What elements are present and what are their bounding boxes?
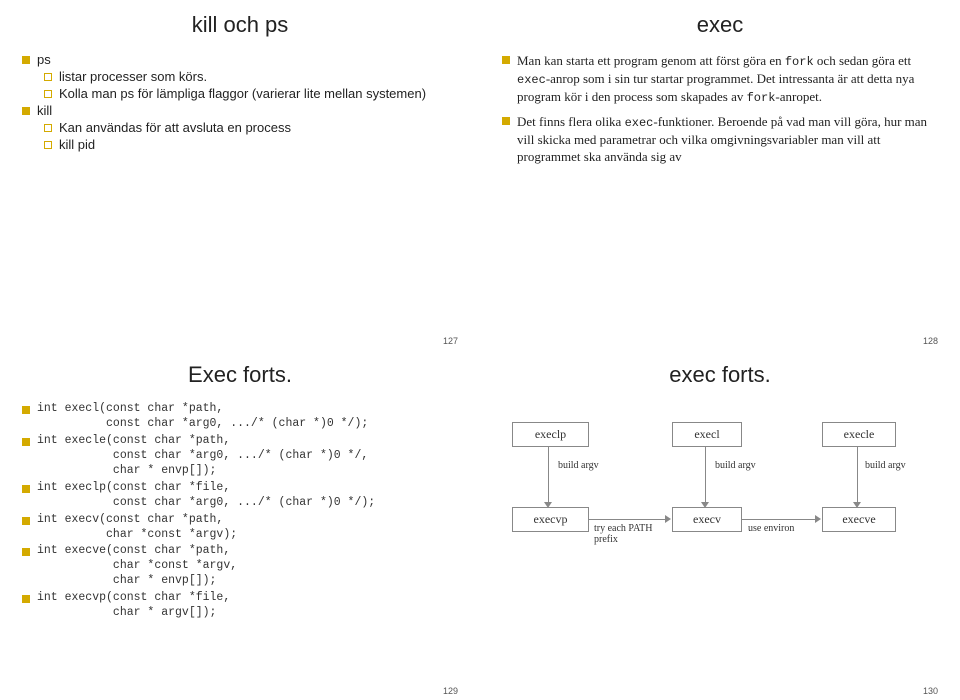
- bullet-icon: [44, 141, 52, 149]
- bullet-exec-p1: Man kan starta ett program genom att för…: [502, 52, 938, 107]
- bullet-kill: kill: [22, 103, 458, 118]
- slide-exec-forts-code: Exec forts. int execl(const char *path, …: [0, 350, 480, 700]
- bullet-icon: [502, 117, 510, 125]
- slide-exec: exec Man kan starta ett program genom at…: [480, 0, 960, 350]
- bullet-text: listar processer som körs.: [59, 69, 207, 84]
- arrow-right-icon: [665, 515, 671, 523]
- bullet-text: kill: [37, 103, 52, 118]
- code-text: int execle(const char *path, const char …: [37, 434, 368, 479]
- bullet-icon: [502, 56, 510, 64]
- sig-execl: int execl(const char *path, const char *…: [22, 402, 458, 432]
- slide-title: Exec forts.: [22, 362, 458, 388]
- bullet-icon: [44, 73, 52, 81]
- sig-execv: int execv(const char *path, char *const …: [22, 513, 458, 543]
- bullet-kill-pid: kill pid: [44, 137, 458, 152]
- label-build-argv: build argv: [865, 460, 906, 471]
- bullet-text: Kan användas för att avsluta en process: [59, 120, 291, 135]
- bullet-icon: [22, 485, 30, 493]
- bullet-exec-p2: Det finns flera olika exec-funktioner. B…: [502, 113, 938, 166]
- box-execlp: execlp: [512, 422, 589, 447]
- bullet-ps-desc2: Kolla man ps för lämpliga flaggor (varie…: [44, 86, 458, 101]
- bullet-icon: [22, 107, 30, 115]
- arrow-line: [548, 446, 549, 504]
- box-execv: execv: [672, 507, 742, 532]
- page-number: 130: [923, 686, 938, 696]
- label-build-argv: build argv: [715, 460, 756, 471]
- bullet-icon: [44, 90, 52, 98]
- bullet-ps-desc1: listar processer som körs.: [44, 69, 458, 84]
- bullet-text: ps: [37, 52, 51, 67]
- bullet-icon: [22, 517, 30, 525]
- bullet-ps: ps: [22, 52, 458, 67]
- exec-diagram: execlp execl execle execvp execv execve …: [512, 422, 922, 572]
- bullet-icon: [22, 438, 30, 446]
- page-number: 128: [923, 336, 938, 346]
- code-text: int execvp(const char *file, char * argv…: [37, 591, 230, 621]
- code-text: int execve(const char *path, char *const…: [37, 544, 237, 589]
- bullet-icon: [22, 595, 30, 603]
- box-execle: execle: [822, 422, 896, 447]
- bullet-text: Man kan starta ett program genom att för…: [517, 52, 938, 107]
- slide-kill-ps: kill och ps ps listar processer som körs…: [0, 0, 480, 350]
- slide-title: exec forts.: [502, 362, 938, 388]
- arrow-line: [742, 519, 817, 520]
- code-text: int execl(const char *path, const char *…: [37, 402, 368, 432]
- arrow-down-icon: [544, 502, 552, 508]
- bullet-text: kill pid: [59, 137, 95, 152]
- sig-execve: int execve(const char *path, char *const…: [22, 544, 458, 589]
- arrow-down-icon: [853, 502, 861, 508]
- code-text: int execlp(const char *file, const char …: [37, 481, 375, 511]
- slide-exec-forts-diagram: exec forts. execlp execl execle execvp e…: [480, 350, 960, 700]
- arrow-line: [857, 446, 858, 504]
- slide-title: exec: [502, 12, 938, 38]
- bullet-text: Det finns flera olika exec-funktioner. B…: [517, 113, 938, 166]
- bullet-icon: [22, 56, 30, 64]
- box-execl: execl: [672, 422, 742, 447]
- label-try-path: try each PATH prefix: [594, 523, 653, 545]
- bullet-kill-desc1: Kan användas för att avsluta en process: [44, 120, 458, 135]
- code-text: int execv(const char *path, char *const …: [37, 513, 237, 543]
- sig-execlp: int execlp(const char *file, const char …: [22, 481, 458, 511]
- sig-execle: int execle(const char *path, const char …: [22, 434, 458, 479]
- page-number: 127: [443, 336, 458, 346]
- bullet-icon: [44, 124, 52, 132]
- bullet-icon: [22, 548, 30, 556]
- arrow-line: [705, 446, 706, 504]
- sig-execvp: int execvp(const char *file, char * argv…: [22, 591, 458, 621]
- arrow-down-icon: [701, 502, 709, 508]
- arrow-line: [589, 519, 667, 520]
- label-build-argv: build argv: [558, 460, 599, 471]
- page-number: 129: [443, 686, 458, 696]
- box-execvp: execvp: [512, 507, 589, 532]
- bullet-icon: [22, 406, 30, 414]
- bullet-text: Kolla man ps för lämpliga flaggor (varie…: [59, 86, 426, 101]
- label-use-environ: use environ: [748, 523, 794, 534]
- arrow-right-icon: [815, 515, 821, 523]
- slide-title: kill och ps: [22, 12, 458, 38]
- box-execve: execve: [822, 507, 896, 532]
